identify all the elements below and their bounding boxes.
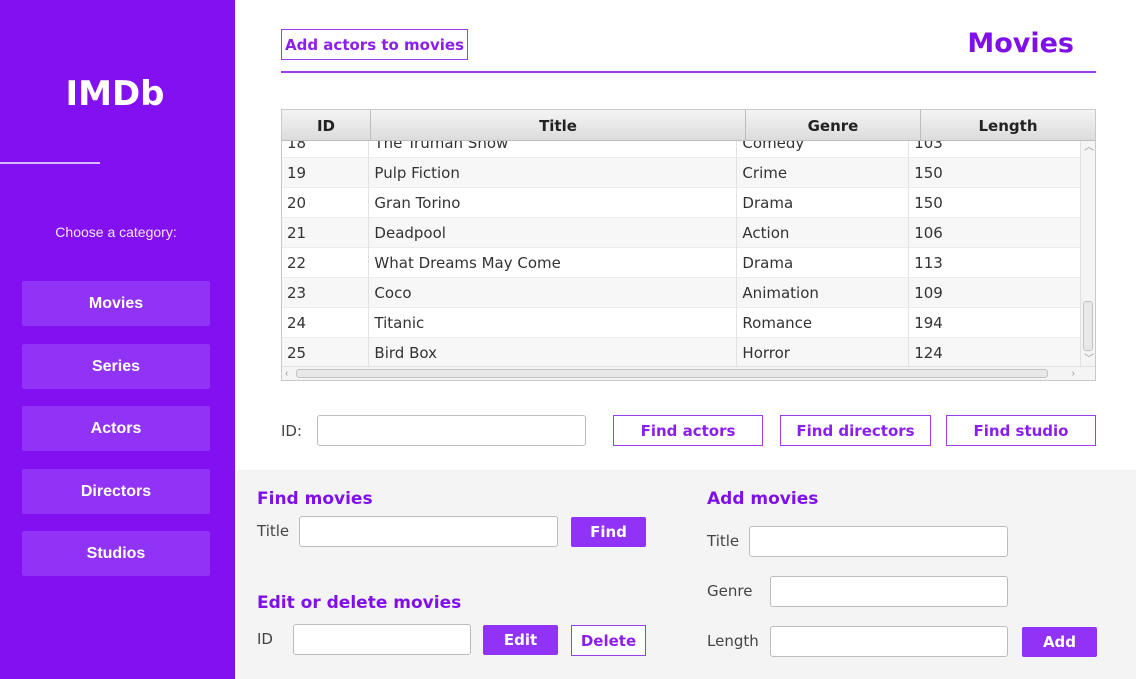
sidebar: IMDb Choose a category: Movies Series Ac… — [0, 0, 235, 679]
table-row[interactable]: 20 Gran Torino Drama 150 — [282, 188, 1080, 218]
logo-divider — [0, 162, 100, 164]
cell-title: Bird Box — [369, 338, 738, 367]
cell-length: 124 — [914, 344, 943, 362]
table-row[interactable]: 21 Deadpool Action 106 — [282, 218, 1080, 248]
cell-id: 23 — [282, 278, 370, 308]
find-directors-button[interactable]: Find directors — [780, 415, 931, 446]
add-button[interactable]: Add — [1022, 627, 1097, 657]
cell-id: 24 — [282, 308, 370, 338]
cell-genre: Romance — [737, 308, 910, 338]
cell-length: 150 — [914, 164, 943, 182]
add-title-label: Title — [707, 532, 740, 550]
table-header: ID Title Genre Length — [282, 110, 1095, 141]
cell-title: Gran Torino — [369, 188, 738, 218]
delete-button[interactable]: Delete — [571, 625, 646, 656]
cell-genre: Crime — [737, 158, 910, 188]
edit-id-input[interactable] — [293, 624, 471, 655]
id-input[interactable] — [317, 415, 586, 446]
column-header-genre[interactable]: Genre — [746, 110, 921, 141]
add-genre-label: Genre — [707, 582, 753, 600]
find-movies-heading: Find movies — [257, 489, 373, 509]
find-title-label: Title — [257, 522, 290, 540]
table-row[interactable]: 25 Bird Box Horror 124 — [282, 338, 1080, 367]
cell-id: 21 — [282, 218, 370, 248]
app-logo: IMDb — [65, 74, 165, 114]
cell-genre: Drama — [737, 248, 910, 278]
page-title: Movies — [967, 28, 1074, 59]
cell-length: 194 — [914, 314, 943, 332]
add-movies-heading: Add movies — [707, 489, 819, 509]
find-title-input[interactable] — [299, 516, 558, 547]
header-divider — [281, 71, 1096, 73]
column-header-id[interactable]: ID — [282, 110, 371, 141]
cell-title: Coco — [369, 278, 738, 308]
add-actors-to-movies-button[interactable]: Add actors to movies — [281, 29, 468, 60]
horizontal-scrollbar[interactable]: ‹ › — [282, 366, 1095, 380]
sidebar-item-actors[interactable]: Actors — [22, 406, 210, 451]
scroll-left-icon[interactable]: ‹ — [285, 369, 288, 379]
scroll-down-icon[interactable]: ﹀ — [1084, 355, 1094, 365]
cell-id: 25 — [282, 338, 370, 367]
add-title-input[interactable] — [749, 526, 1008, 557]
cell-title: Pulp Fiction — [369, 158, 738, 188]
vertical-scrollbar[interactable]: ︿ ﹀ — [1080, 141, 1095, 367]
column-header-length[interactable]: Length — [921, 110, 1095, 141]
scroll-right-icon[interactable]: › — [1072, 369, 1075, 379]
cell-length: 106 — [914, 224, 943, 242]
edit-button[interactable]: Edit — [483, 625, 558, 655]
find-actors-button[interactable]: Find actors — [613, 415, 763, 446]
cell-title: Titanic — [369, 308, 738, 338]
table-row[interactable]: 23 Coco Animation 109 — [282, 278, 1080, 308]
add-genre-input[interactable] — [770, 576, 1008, 607]
cell-genre: Comedy — [737, 141, 910, 158]
find-button[interactable]: Find — [571, 517, 646, 547]
edit-id-label: ID — [257, 630, 273, 648]
cell-genre: Drama — [737, 188, 910, 218]
table-row[interactable]: 19 Pulp Fiction Crime 150 — [282, 158, 1080, 188]
cell-title: Deadpool — [369, 218, 738, 248]
edit-delete-heading: Edit or delete movies — [257, 593, 462, 613]
cell-length: 113 — [914, 254, 943, 272]
cell-genre: Action — [737, 218, 910, 248]
sidebar-item-series[interactable]: Series — [22, 344, 210, 389]
table-rows: 18 The Truman Show Comedy 103 19 Pulp Fiction… — [282, 141, 1080, 367]
cell-genre: Animation — [737, 278, 910, 308]
sidebar-item-movies[interactable]: Movies — [22, 281, 210, 326]
find-studio-button[interactable]: Find studio — [946, 415, 1096, 446]
table-body: 18 The Truman Show Comedy 103 19 Pulp Fiction… — [282, 141, 1080, 367]
movies-table[interactable]: ID Title Genre Length 18 The Truman Show C… — [281, 109, 1096, 381]
table-row[interactable]: 22 What Dreams May Come Drama 113 — [282, 248, 1080, 278]
cell-id: 22 — [282, 248, 370, 278]
horizontal-scroll-thumb[interactable] — [296, 369, 1048, 378]
sidebar-item-studios[interactable]: Studios — [22, 531, 210, 576]
id-label: ID: — [281, 422, 303, 440]
table-row[interactable]: 18 The Truman Show Comedy 103 — [282, 141, 1080, 158]
cell-title: What Dreams May Come — [369, 248, 738, 278]
cell-length: 103 — [914, 141, 943, 152]
vertical-scroll-thumb[interactable] — [1083, 301, 1093, 351]
sidebar-item-directors[interactable]: Directors — [22, 469, 210, 514]
cell-id: 20 — [282, 188, 370, 218]
category-prompt: Choose a category: — [55, 224, 177, 240]
cell-id: 19 — [282, 158, 370, 188]
table-row[interactable]: 24 Titanic Romance 194 — [282, 308, 1080, 338]
cell-length: 109 — [914, 284, 943, 302]
column-header-title[interactable]: Title — [371, 110, 746, 141]
add-length-label: Length — [707, 632, 759, 650]
cell-title: The Truman Show — [369, 141, 738, 158]
cell-id: 18 — [282, 141, 370, 158]
scroll-up-icon[interactable]: ︿ — [1084, 143, 1094, 153]
cell-length: 150 — [914, 194, 943, 212]
add-length-input[interactable] — [770, 626, 1008, 657]
cell-genre: Horror — [737, 338, 910, 367]
